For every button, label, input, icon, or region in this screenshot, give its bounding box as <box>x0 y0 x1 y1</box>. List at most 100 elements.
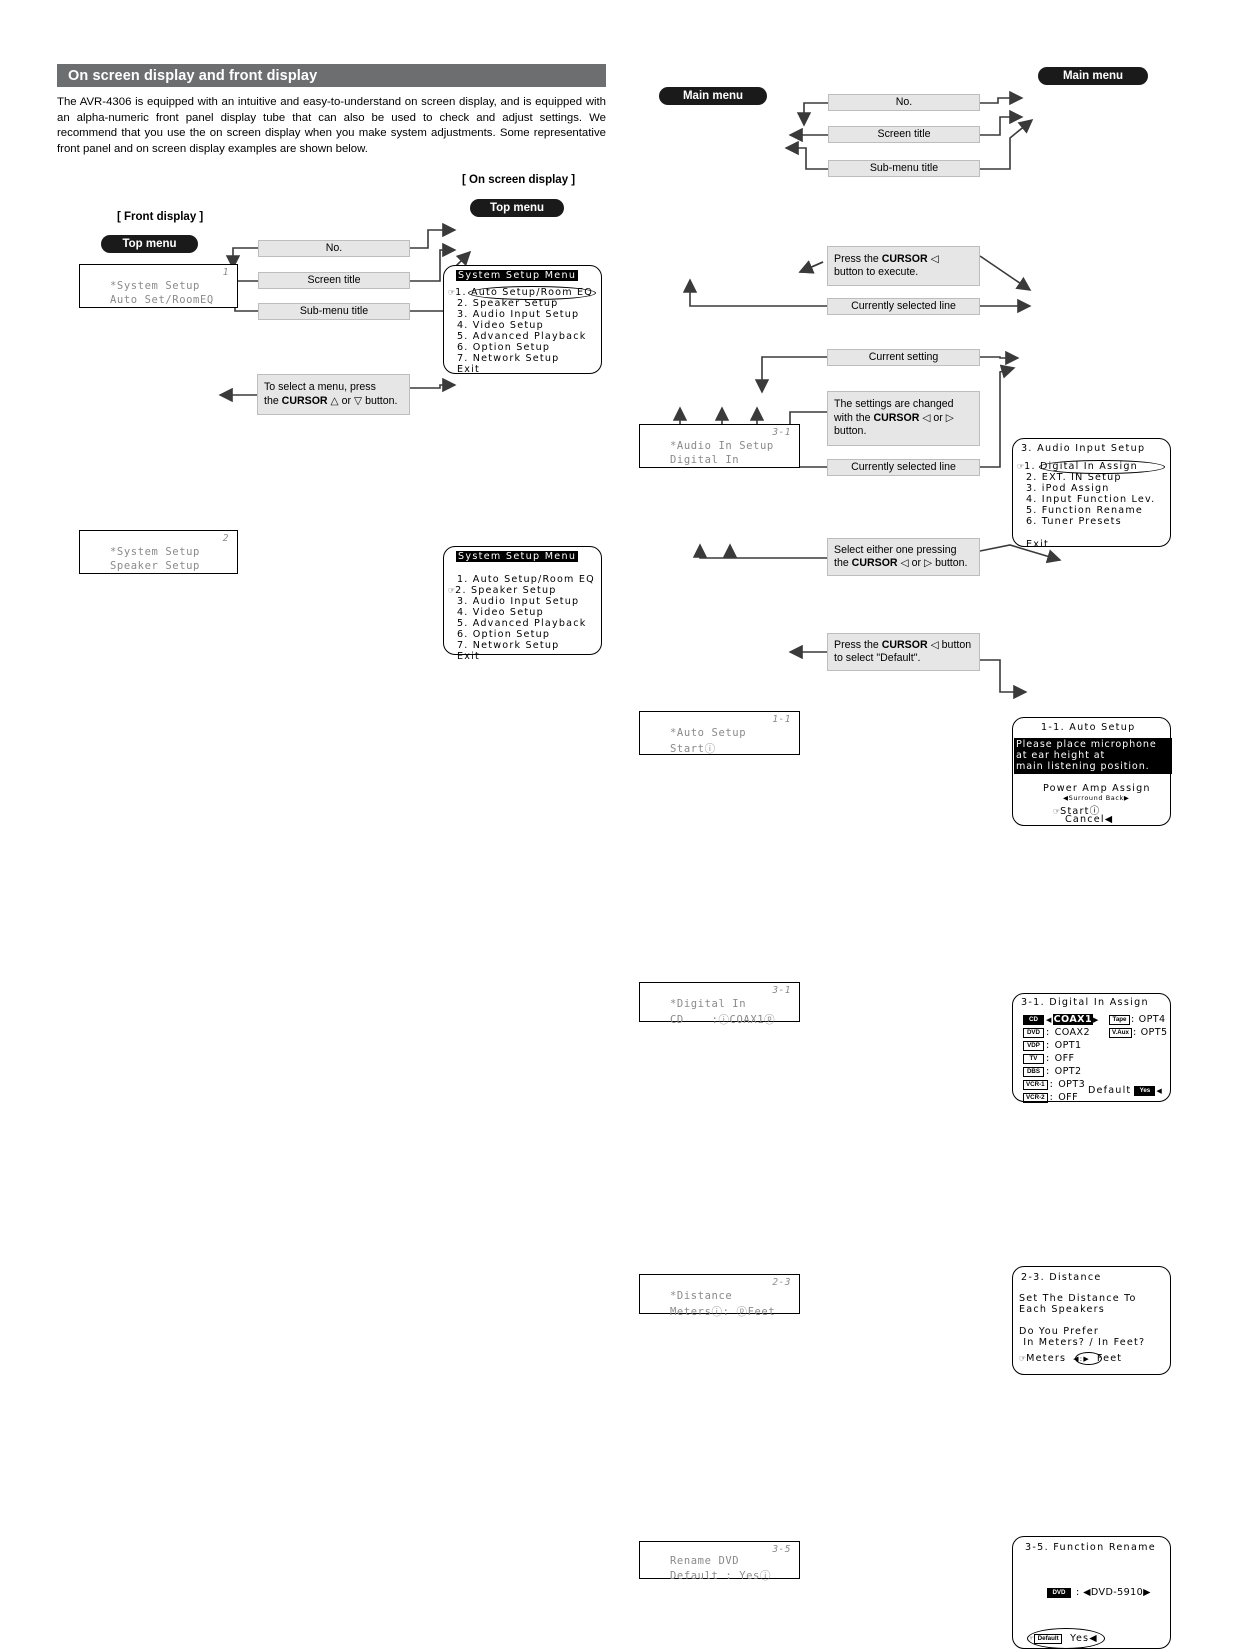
source-tag: Tape <box>1109 1014 1130 1025</box>
osd-item[interactable]: ☞1. Auto Setup/Room EQ <box>448 287 593 298</box>
callout-press-execute: Press the CURSOR ◁ button to execute. <box>827 246 980 286</box>
osd-message-line: at ear height at <box>1016 750 1106 761</box>
osd-item[interactable]: 7. Network Setup <box>448 353 593 364</box>
front-display-line2: Metersⓘ: ⓟFeet <box>670 1306 776 1318</box>
osd-item-spacer <box>1017 527 1155 539</box>
front-display-auto-setup: 1-1 *Auto Setup Startⓘ <box>639 711 800 755</box>
right-arrow-icon[interactable]: ▶ <box>1093 1016 1100 1024</box>
assign-value[interactable]: OPT2 <box>1055 1066 1082 1077</box>
osd-auto-setup: 1-1. Auto Setup Please place microphone … <box>1012 717 1172 826</box>
osd-default-row[interactable]: Default Yes ◀ <box>1088 1085 1163 1096</box>
assign-separator: : <box>1046 1040 1050 1051</box>
front-display-line1: *Digital In <box>670 998 747 1010</box>
osd-message-line: Set The Distance To <box>1019 1293 1137 1304</box>
osd-item[interactable]: 5. Advanced Playback <box>448 331 593 342</box>
osd-item[interactable]: 1. Auto Setup/Room EQ <box>448 574 595 585</box>
callout-currently-selected-line: Currently selected line <box>827 298 980 315</box>
osd-item[interactable]: 7. Network Setup <box>448 640 595 651</box>
choice-toggle[interactable]: ◀:▶ <box>1073 1355 1090 1363</box>
left-arrow-icon[interactable]: ◀ <box>1156 1087 1163 1095</box>
osd-power-amp-value[interactable]: ◀Surround Back▶ <box>1063 794 1130 802</box>
on-screen-display-label: [ On screen display ] <box>462 174 576 186</box>
osd-item[interactable]: 4. Input Function Lev. <box>1017 494 1155 505</box>
intro-text: The AVR-4306 is equipped with an intuiti… <box>57 96 606 155</box>
front-display-number: 1 <box>222 267 229 278</box>
cursor-pointer-icon: ☞ <box>1019 1354 1027 1363</box>
assign-separator: : <box>1046 1053 1050 1064</box>
front-display-rename-dvd: 3-5 Rename DVD Default : Yesⓘ <box>639 1541 800 1582</box>
source-tag: V.Aux <box>1109 1027 1132 1038</box>
osd-item[interactable]: 2. Speaker Setup <box>448 298 593 309</box>
assign-separator: : <box>1046 1066 1050 1077</box>
assign-value[interactable]: COAX2 <box>1055 1027 1090 1038</box>
osd-assign-row[interactable]: DVD : COAX2 <box>1023 1026 1100 1039</box>
osd-distance-choice-row[interactable]: ☞ Meters ◀:▶ Feet <box>1019 1353 1122 1364</box>
left-arrow-icon[interactable]: ◀ <box>1046 1016 1053 1024</box>
osd-assign-row[interactable]: V.Aux : OPT5 <box>1109 1026 1168 1039</box>
page-title: On screen display and front display <box>57 64 606 87</box>
osd-item[interactable]: 3. Audio Input Setup <box>448 309 593 320</box>
front-display-number: 3-1 <box>772 985 791 996</box>
osd-item[interactable]: ☞1. Digital In Assign <box>1017 461 1155 472</box>
osd-item[interactable]: 4. Video Setup <box>448 320 593 331</box>
osd-default-row[interactable]: ☞ Default Yes◀ <box>1027 1633 1098 1644</box>
assign-separator: : <box>1046 1027 1050 1038</box>
assign-value[interactable]: OPT4 <box>1139 1014 1166 1025</box>
choice-feet[interactable]: Feet <box>1097 1353 1122 1364</box>
osd-item[interactable]: Exit <box>1017 539 1155 550</box>
osd-item[interactable]: Exit <box>448 364 593 375</box>
osd-assign-row[interactable]: TV : OFF <box>1023 1052 1100 1065</box>
osd-item[interactable]: 6. Option Setup <box>448 629 595 640</box>
assign-value[interactable]: OPT5 <box>1141 1027 1168 1038</box>
osd-item[interactable]: 4. Video Setup <box>448 607 595 618</box>
osd-message-line: Each Speakers <box>1019 1304 1105 1315</box>
front-display-number: 3-5 <box>772 1544 791 1555</box>
callout-line-1: Press the CURSOR ◁ <box>834 252 939 265</box>
osd-item[interactable]: 3. Audio Input Setup <box>448 596 595 607</box>
front-display-line2: CD :ⓘCOAX1ⓟ <box>670 1014 776 1026</box>
assign-value[interactable]: OFF <box>1058 1092 1078 1103</box>
osd-cancel-row[interactable]: Cancel◀ <box>1065 814 1113 825</box>
osd-title: 2-3. Distance <box>1021 1272 1102 1283</box>
front-display-label: [ Front display ] <box>117 211 204 223</box>
osd-assign-row[interactable]: Tape : OPT4 <box>1109 1013 1168 1026</box>
osd-power-amp-label: Power Amp Assign <box>1043 783 1151 794</box>
source-tag: TV <box>1023 1053 1044 1064</box>
front-display-number: 2 <box>222 533 229 544</box>
osd-assign-row[interactable]: DBS : OPT2 <box>1023 1065 1100 1078</box>
callout-no: No. <box>258 240 410 257</box>
front-display-line2: Default : Yesⓘ <box>670 1570 772 1582</box>
assign-value[interactable]: OPT1 <box>1055 1040 1082 1051</box>
assign-value[interactable]: OPT3 <box>1058 1079 1085 1090</box>
choice-meters[interactable]: Meters <box>1026 1353 1066 1364</box>
osd-item[interactable]: 5. Function Rename <box>1017 505 1155 516</box>
osd-title: 3-1. Digital In Assign <box>1021 997 1149 1008</box>
callout-no: No. <box>828 94 980 111</box>
osd-rename-row[interactable]: DVD : ◀DVD-5910▶ <box>1047 1587 1151 1598</box>
assign-value[interactable]: COAX1 <box>1052 1014 1094 1025</box>
assign-value[interactable]: OFF <box>1055 1053 1075 1064</box>
front-display-audio-in-setup: 3-1 *Audio In Setup Digital In <box>639 424 800 468</box>
callout-select-either: Select either one pressing the CURSOR ◁ … <box>827 538 980 576</box>
osd-system-setup-menu-2: System Setup Menu 1. Auto Setup/Room EQ … <box>443 546 602 662</box>
osd-function-rename: 3-5. Function Rename DVD : ◀DVD-5910▶ ☞ … <box>1012 1536 1171 1649</box>
osd-item[interactable]: 6. Option Setup <box>448 342 593 353</box>
osd-item[interactable]: 6. Tuner Presets <box>1017 516 1155 527</box>
callout-line-1: The settings are changed <box>834 398 954 411</box>
front-display-distance: 2-3 *Distance Metersⓘ: ⓟFeet <box>639 1274 800 1318</box>
osd-assign-row[interactable]: VDP : OPT1 <box>1023 1039 1100 1052</box>
osd-item[interactable]: Exit <box>448 651 595 662</box>
default-value[interactable]: Yes◀ <box>1070 1633 1098 1644</box>
rename-value[interactable]: : ◀DVD-5910▶ <box>1076 1587 1151 1598</box>
osd-item[interactable]: ☞2. Speaker Setup <box>448 585 595 596</box>
callout-line-2: with the CURSOR ◁ or ▷ <box>834 411 954 424</box>
default-value[interactable]: Yes <box>1134 1085 1156 1096</box>
source-tag: CD <box>1023 1014 1044 1025</box>
osd-item[interactable]: 5. Advanced Playback <box>448 618 595 629</box>
osd-item[interactable]: 3. iPod Assign <box>1017 483 1155 494</box>
osd-title: System Setup Menu <box>456 551 579 562</box>
osd-item[interactable]: 2. EXT. IN Setup <box>1017 472 1155 483</box>
osd-message-line: In Meters? / In Feet? <box>1019 1337 1146 1348</box>
default-label[interactable]: Default <box>1034 1633 1063 1644</box>
osd-assign-row[interactable]: CD ◀ COAX1 ▶ <box>1023 1013 1100 1026</box>
